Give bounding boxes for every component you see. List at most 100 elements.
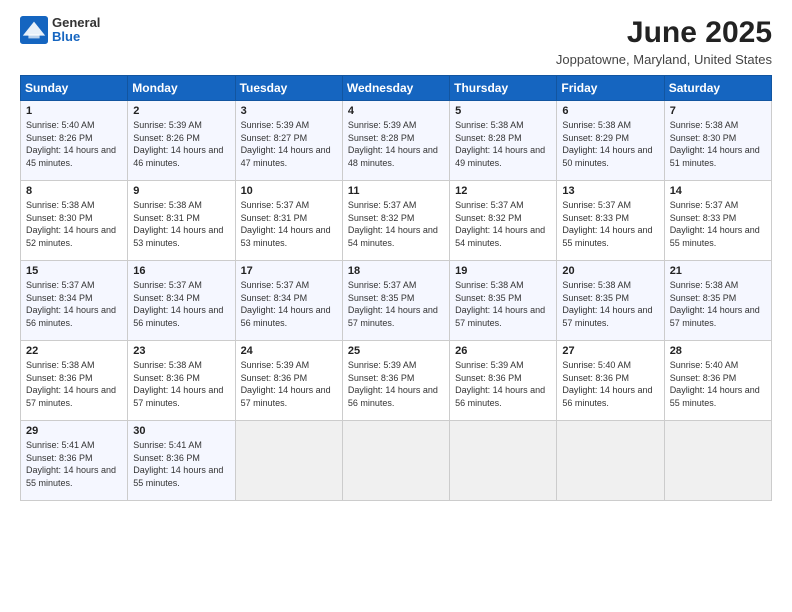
table-row: 27 Sunrise: 5:40 AM Sunset: 8:36 PM Dayl… bbox=[557, 341, 664, 421]
day-info: Sunrise: 5:38 AM Sunset: 8:30 PM Dayligh… bbox=[26, 199, 123, 249]
calendar-table: Sunday Monday Tuesday Wednesday Thursday… bbox=[20, 75, 772, 501]
header-row: Sunday Monday Tuesday Wednesday Thursday… bbox=[21, 76, 772, 101]
day-info: Sunrise: 5:37 AM Sunset: 8:34 PM Dayligh… bbox=[133, 279, 230, 329]
table-row: 24 Sunrise: 5:39 AM Sunset: 8:36 PM Dayl… bbox=[235, 341, 342, 421]
table-row: 28 Sunrise: 5:40 AM Sunset: 8:36 PM Dayl… bbox=[664, 341, 771, 421]
table-row: 14 Sunrise: 5:37 AM Sunset: 8:33 PM Dayl… bbox=[664, 181, 771, 261]
col-wednesday: Wednesday bbox=[342, 76, 449, 101]
day-info: Sunrise: 5:38 AM Sunset: 8:30 PM Dayligh… bbox=[670, 119, 767, 169]
table-row: 22 Sunrise: 5:38 AM Sunset: 8:36 PM Dayl… bbox=[21, 341, 128, 421]
week-row: 22 Sunrise: 5:38 AM Sunset: 8:36 PM Dayl… bbox=[21, 341, 772, 421]
table-row: 5 Sunrise: 5:38 AM Sunset: 8:28 PM Dayli… bbox=[450, 101, 557, 181]
week-row: 15 Sunrise: 5:37 AM Sunset: 8:34 PM Dayl… bbox=[21, 261, 772, 341]
day-info: Sunrise: 5:37 AM Sunset: 8:31 PM Dayligh… bbox=[241, 199, 338, 249]
col-tuesday: Tuesday bbox=[235, 76, 342, 101]
week-row: 29 Sunrise: 5:41 AM Sunset: 8:36 PM Dayl… bbox=[21, 421, 772, 501]
calendar-title: June 2025 bbox=[556, 16, 772, 50]
day-number: 11 bbox=[348, 185, 445, 197]
day-info: Sunrise: 5:38 AM Sunset: 8:28 PM Dayligh… bbox=[455, 119, 552, 169]
day-info: Sunrise: 5:38 AM Sunset: 8:35 PM Dayligh… bbox=[455, 279, 552, 329]
title-area: June 2025 Joppatowne, Maryland, United S… bbox=[556, 16, 772, 67]
table-row: 21 Sunrise: 5:38 AM Sunset: 8:35 PM Dayl… bbox=[664, 261, 771, 341]
table-row: 2 Sunrise: 5:39 AM Sunset: 8:26 PM Dayli… bbox=[128, 101, 235, 181]
week-row: 1 Sunrise: 5:40 AM Sunset: 8:26 PM Dayli… bbox=[21, 101, 772, 181]
table-row: 25 Sunrise: 5:39 AM Sunset: 8:36 PM Dayl… bbox=[342, 341, 449, 421]
week-row: 8 Sunrise: 5:38 AM Sunset: 8:30 PM Dayli… bbox=[21, 181, 772, 261]
table-row bbox=[557, 421, 664, 501]
table-row bbox=[450, 421, 557, 501]
day-number: 6 bbox=[562, 105, 659, 117]
col-saturday: Saturday bbox=[664, 76, 771, 101]
table-row bbox=[342, 421, 449, 501]
day-info: Sunrise: 5:37 AM Sunset: 8:33 PM Dayligh… bbox=[562, 199, 659, 249]
logo-icon bbox=[20, 16, 48, 44]
day-info: Sunrise: 5:38 AM Sunset: 8:31 PM Dayligh… bbox=[133, 199, 230, 249]
day-number: 20 bbox=[562, 265, 659, 277]
day-number: 12 bbox=[455, 185, 552, 197]
table-row: 15 Sunrise: 5:37 AM Sunset: 8:34 PM Dayl… bbox=[21, 261, 128, 341]
day-info: Sunrise: 5:38 AM Sunset: 8:35 PM Dayligh… bbox=[670, 279, 767, 329]
header: General Blue June 2025 Joppatowne, Maryl… bbox=[20, 16, 772, 67]
table-row: 7 Sunrise: 5:38 AM Sunset: 8:30 PM Dayli… bbox=[664, 101, 771, 181]
table-row: 8 Sunrise: 5:38 AM Sunset: 8:30 PM Dayli… bbox=[21, 181, 128, 261]
table-row: 9 Sunrise: 5:38 AM Sunset: 8:31 PM Dayli… bbox=[128, 181, 235, 261]
day-number: 29 bbox=[26, 425, 123, 437]
day-number: 9 bbox=[133, 185, 230, 197]
day-info: Sunrise: 5:39 AM Sunset: 8:36 PM Dayligh… bbox=[241, 359, 338, 409]
day-number: 19 bbox=[455, 265, 552, 277]
table-row: 19 Sunrise: 5:38 AM Sunset: 8:35 PM Dayl… bbox=[450, 261, 557, 341]
logo-general: General bbox=[52, 16, 100, 30]
table-row: 1 Sunrise: 5:40 AM Sunset: 8:26 PM Dayli… bbox=[21, 101, 128, 181]
col-thursday: Thursday bbox=[450, 76, 557, 101]
day-info: Sunrise: 5:37 AM Sunset: 8:32 PM Dayligh… bbox=[348, 199, 445, 249]
table-row: 11 Sunrise: 5:37 AM Sunset: 8:32 PM Dayl… bbox=[342, 181, 449, 261]
col-friday: Friday bbox=[557, 76, 664, 101]
table-row: 3 Sunrise: 5:39 AM Sunset: 8:27 PM Dayli… bbox=[235, 101, 342, 181]
table-row: 16 Sunrise: 5:37 AM Sunset: 8:34 PM Dayl… bbox=[128, 261, 235, 341]
day-info: Sunrise: 5:37 AM Sunset: 8:32 PM Dayligh… bbox=[455, 199, 552, 249]
day-number: 5 bbox=[455, 105, 552, 117]
day-number: 25 bbox=[348, 345, 445, 357]
day-info: Sunrise: 5:41 AM Sunset: 8:36 PM Dayligh… bbox=[26, 439, 123, 489]
table-row: 17 Sunrise: 5:37 AM Sunset: 8:34 PM Dayl… bbox=[235, 261, 342, 341]
day-info: Sunrise: 5:39 AM Sunset: 8:27 PM Dayligh… bbox=[241, 119, 338, 169]
day-number: 22 bbox=[26, 345, 123, 357]
table-row: 30 Sunrise: 5:41 AM Sunset: 8:36 PM Dayl… bbox=[128, 421, 235, 501]
col-monday: Monday bbox=[128, 76, 235, 101]
table-row: 13 Sunrise: 5:37 AM Sunset: 8:33 PM Dayl… bbox=[557, 181, 664, 261]
day-info: Sunrise: 5:39 AM Sunset: 8:36 PM Dayligh… bbox=[348, 359, 445, 409]
day-number: 8 bbox=[26, 185, 123, 197]
day-number: 15 bbox=[26, 265, 123, 277]
table-row: 29 Sunrise: 5:41 AM Sunset: 8:36 PM Dayl… bbox=[21, 421, 128, 501]
day-info: Sunrise: 5:41 AM Sunset: 8:36 PM Dayligh… bbox=[133, 439, 230, 489]
table-row: 12 Sunrise: 5:37 AM Sunset: 8:32 PM Dayl… bbox=[450, 181, 557, 261]
table-row: 18 Sunrise: 5:37 AM Sunset: 8:35 PM Dayl… bbox=[342, 261, 449, 341]
day-info: Sunrise: 5:37 AM Sunset: 8:35 PM Dayligh… bbox=[348, 279, 445, 329]
logo: General Blue bbox=[20, 16, 100, 45]
day-number: 24 bbox=[241, 345, 338, 357]
day-number: 10 bbox=[241, 185, 338, 197]
day-number: 30 bbox=[133, 425, 230, 437]
day-info: Sunrise: 5:39 AM Sunset: 8:36 PM Dayligh… bbox=[455, 359, 552, 409]
table-row bbox=[235, 421, 342, 501]
day-info: Sunrise: 5:37 AM Sunset: 8:34 PM Dayligh… bbox=[241, 279, 338, 329]
day-number: 13 bbox=[562, 185, 659, 197]
calendar-page: General Blue June 2025 Joppatowne, Maryl… bbox=[0, 0, 792, 612]
day-info: Sunrise: 5:37 AM Sunset: 8:33 PM Dayligh… bbox=[670, 199, 767, 249]
day-number: 28 bbox=[670, 345, 767, 357]
table-row: 26 Sunrise: 5:39 AM Sunset: 8:36 PM Dayl… bbox=[450, 341, 557, 421]
logo-blue: Blue bbox=[52, 30, 100, 44]
day-info: Sunrise: 5:37 AM Sunset: 8:34 PM Dayligh… bbox=[26, 279, 123, 329]
table-row: 10 Sunrise: 5:37 AM Sunset: 8:31 PM Dayl… bbox=[235, 181, 342, 261]
logo-text: General Blue bbox=[52, 16, 100, 45]
col-sunday: Sunday bbox=[21, 76, 128, 101]
day-number: 4 bbox=[348, 105, 445, 117]
table-row: 23 Sunrise: 5:38 AM Sunset: 8:36 PM Dayl… bbox=[128, 341, 235, 421]
day-number: 18 bbox=[348, 265, 445, 277]
day-number: 23 bbox=[133, 345, 230, 357]
day-number: 1 bbox=[26, 105, 123, 117]
day-number: 27 bbox=[562, 345, 659, 357]
day-number: 21 bbox=[670, 265, 767, 277]
day-number: 26 bbox=[455, 345, 552, 357]
day-number: 2 bbox=[133, 105, 230, 117]
